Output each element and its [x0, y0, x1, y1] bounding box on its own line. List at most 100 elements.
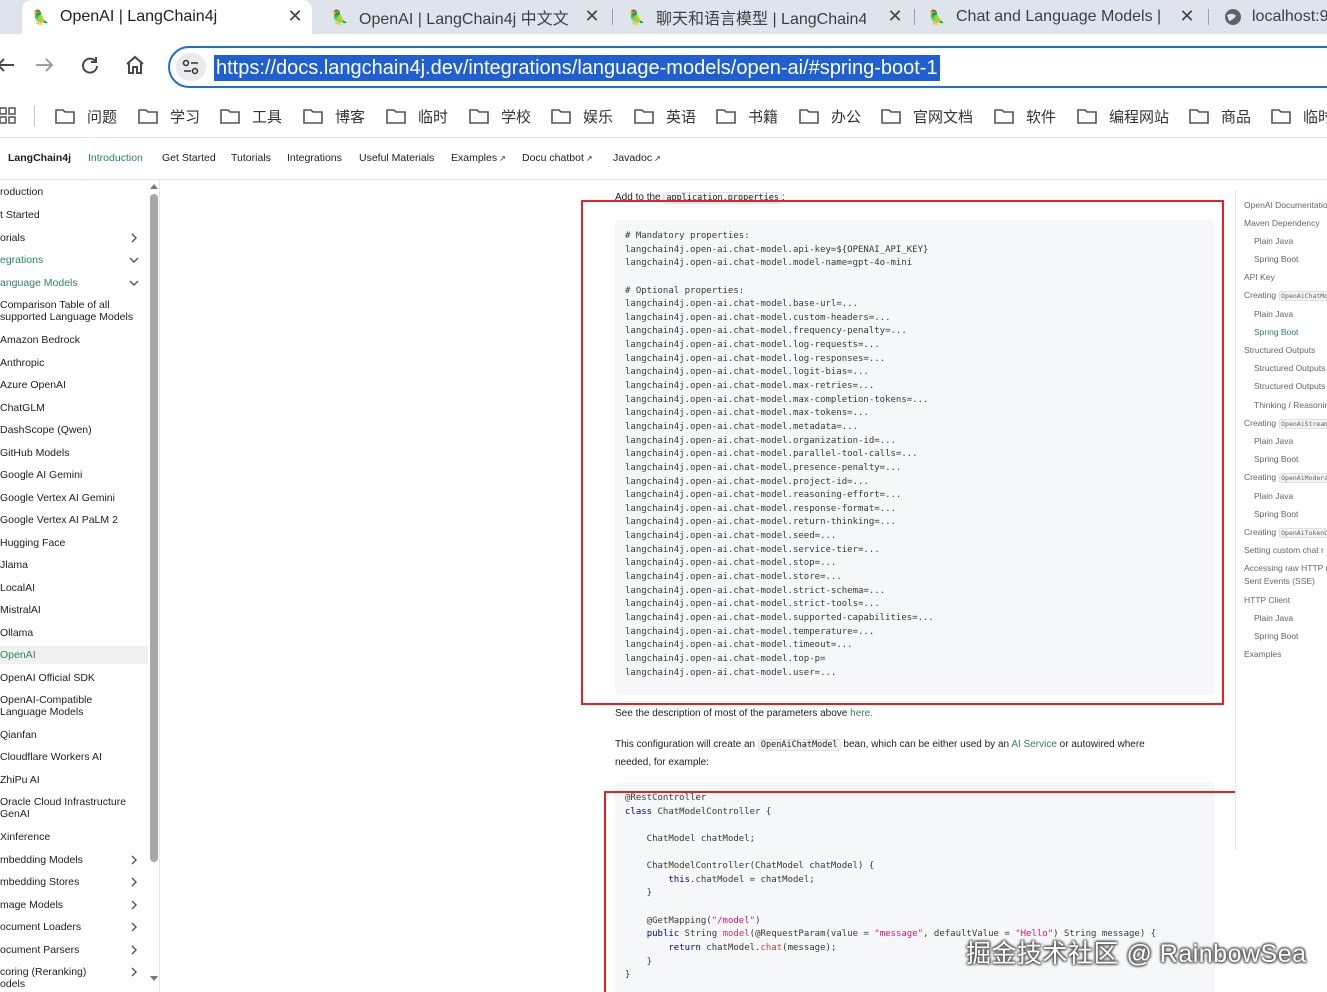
toc-item[interactable]: Structured Outputs: [1244, 345, 1315, 355]
browser-tab-localhost[interactable]: localhost:9: [1214, 0, 1327, 34]
browser-tab-openai-cn[interactable]: 🦜 OpenAI | LangChain4j 中文文档 ✕: [321, 0, 609, 34]
bookmark-folder[interactable]: 临时: [1271, 104, 1327, 128]
nav-integrations[interactable]: Integrations: [287, 152, 342, 164]
sidebar-item[interactable]: GenAI: [0, 808, 148, 820]
url-text[interactable]: https://docs.langchain4j.dev/integration…: [214, 55, 940, 81]
sidebar-item[interactable]: LocalAI: [0, 582, 148, 594]
sidebar-item[interactable]: Oracle Cloud Infrastructure: [0, 796, 148, 808]
bookmark-folder[interactable]: 问题: [55, 104, 117, 128]
toc-item[interactable]: Plain Java: [1254, 236, 1293, 246]
tab-close-icon[interactable]: ✕: [1178, 7, 1196, 25]
bookmark-folder[interactable]: 学习: [138, 104, 200, 128]
chevron-right-icon[interactable]: [128, 899, 140, 911]
toc-item[interactable]: CreatingOpenAiModeration: [1244, 472, 1327, 483]
toc-item[interactable]: Thinking / Reasoning: [1254, 400, 1327, 410]
sidebar-item[interactable]: Azure OpenAI: [0, 379, 148, 391]
toc-item[interactable]: Plain Java: [1254, 436, 1293, 446]
forward-icon[interactable]: [32, 52, 58, 78]
sidebar-item[interactable]: orials: [0, 232, 148, 244]
back-icon[interactable]: [0, 52, 18, 78]
toc-item[interactable]: Structured Outputs: [1254, 381, 1325, 391]
reload-icon[interactable]: [77, 52, 103, 78]
sidebar-item[interactable]: OpenAI: [0, 646, 148, 664]
site-info-icon[interactable]: [176, 53, 206, 81]
scroll-down-icon[interactable]: [149, 975, 159, 983]
tab-close-icon[interactable]: ✕: [583, 7, 601, 25]
toc-item[interactable]: Structured Outputs: [1254, 363, 1325, 373]
browser-tab-chat-models[interactable]: 🦜 Chat and Language Models | LangChain4j…: [918, 0, 1204, 34]
toc-item[interactable]: CreatingOpenAiChatModel: [1244, 290, 1327, 301]
nav-javadoc[interactable]: Javadoc ↗: [613, 152, 661, 164]
chevron-right-icon[interactable]: [128, 854, 140, 866]
browser-tab-openai[interactable]: 🦜 OpenAI | LangChain4j ✕: [22, 0, 312, 34]
sidebar-item[interactable]: OpenAI-Compatible: [0, 694, 148, 706]
ai-service-link[interactable]: AI Service: [1011, 739, 1057, 750]
sidebar-item[interactable]: GitHub Models: [0, 447, 148, 459]
chevron-right-icon[interactable]: [128, 966, 140, 978]
sidebar-item[interactable]: OpenAI Official SDK: [0, 672, 148, 684]
toc-item[interactable]: Maven Dependency: [1244, 218, 1320, 228]
bookmark-folder[interactable]: 博客: [303, 104, 365, 128]
chevron-down-icon[interactable]: [128, 254, 140, 266]
sidebar-item[interactable]: mbedding Stores: [0, 876, 148, 888]
toc-item[interactable]: Sent Events (SSE): [1244, 576, 1315, 586]
sidebar-item[interactable]: Xinference: [0, 831, 148, 843]
bookmark-folder[interactable]: 软件: [994, 104, 1056, 128]
sidebar-item[interactable]: Google AI Gemini: [0, 469, 148, 481]
bookmark-folder[interactable]: 娱乐: [551, 104, 613, 128]
chevron-right-icon[interactable]: [128, 944, 140, 956]
toc-item[interactable]: Plain Java: [1254, 613, 1293, 623]
sidebar-item[interactable]: Cloudflare Workers AI: [0, 751, 148, 763]
sidebar-item[interactable]: roduction: [0, 186, 148, 198]
sidebar-item[interactable]: egrations: [0, 254, 148, 266]
address-bar[interactable]: https://docs.langchain4j.dev/integration…: [168, 46, 1327, 88]
sidebar-scrollbar-thumb[interactable]: [150, 194, 158, 862]
home-icon[interactable]: [122, 52, 148, 78]
sidebar-item[interactable]: coring (Reranking): [0, 966, 148, 978]
apps-grid-icon[interactable]: [0, 104, 28, 128]
nav-get-started[interactable]: Get Started: [162, 152, 216, 164]
bookmark-folder[interactable]: 商品: [1189, 104, 1251, 128]
toc-item[interactable]: API Key: [1244, 272, 1275, 282]
bookmark-folder[interactable]: 书籍: [716, 104, 778, 128]
sidebar-item[interactable]: Amazon Bedrock: [0, 334, 148, 346]
bookmark-folder[interactable]: 英语: [634, 104, 696, 128]
docs-brand-link[interactable]: LangChain4j: [8, 152, 71, 164]
bookmark-folder[interactable]: 临时: [386, 104, 448, 128]
sidebar-item[interactable]: mage Models: [0, 899, 148, 911]
toc-item[interactable]: Plain Java: [1254, 491, 1293, 501]
sidebar-item[interactable]: MistralAI: [0, 604, 148, 616]
toc-item[interactable]: HTTP Client: [1244, 595, 1290, 605]
nav-introduction[interactable]: Introduction: [88, 152, 143, 164]
sidebar-item[interactable]: Language Models: [0, 706, 148, 718]
chevron-right-icon[interactable]: [128, 921, 140, 933]
sidebar-item[interactable]: t Started: [0, 209, 148, 221]
nav-tutorials[interactable]: Tutorials: [231, 152, 271, 164]
sidebar-item[interactable]: Qianfan: [0, 729, 148, 741]
browser-tab-chat-models-cn[interactable]: 🦜 聊天和语言模型 | LangChain4j ✕: [618, 0, 912, 34]
sidebar-item[interactable]: Comparison Table of all: [0, 299, 148, 311]
toc-item[interactable]: Spring Boot: [1254, 327, 1298, 337]
tab-close-icon[interactable]: ✕: [286, 7, 304, 25]
sidebar-item[interactable]: ZhiPu AI: [0, 774, 148, 786]
bookmark-folder[interactable]: 学校: [469, 104, 531, 128]
chevron-right-icon[interactable]: [128, 876, 140, 888]
toc-item[interactable]: CreatingOpenAiTokenCount: [1244, 527, 1327, 538]
toc-item[interactable]: Spring Boot: [1254, 254, 1298, 264]
nav-examples[interactable]: Examples ↗: [451, 152, 506, 164]
sidebar-item[interactable]: ocument Parsers: [0, 944, 148, 956]
toc-item[interactable]: Plain Java: [1254, 309, 1293, 319]
properties-code-block[interactable]: # Mandatory properties: langchain4j.open-…: [615, 220, 1215, 695]
toc-item[interactable]: Setting custom chat r: [1244, 545, 1324, 555]
nav-useful-materials[interactable]: Useful Materials: [359, 152, 434, 164]
chevron-down-icon[interactable]: [128, 277, 140, 289]
toc-item[interactable]: Spring Boot: [1254, 509, 1298, 519]
sidebar-item[interactable]: ChatGLM: [0, 402, 148, 414]
sidebar-item[interactable]: mbedding Models: [0, 854, 148, 866]
toc-item[interactable]: Examples: [1244, 649, 1281, 659]
chevron-right-icon[interactable]: [128, 232, 140, 244]
sidebar-item[interactable]: DashScope (Qwen): [0, 424, 148, 436]
sidebar-item[interactable]: Google Vertex AI PaLM 2: [0, 514, 148, 526]
bookmark-folder[interactable]: 工具: [220, 104, 282, 128]
sidebar-item[interactable]: Hugging Face: [0, 537, 148, 549]
